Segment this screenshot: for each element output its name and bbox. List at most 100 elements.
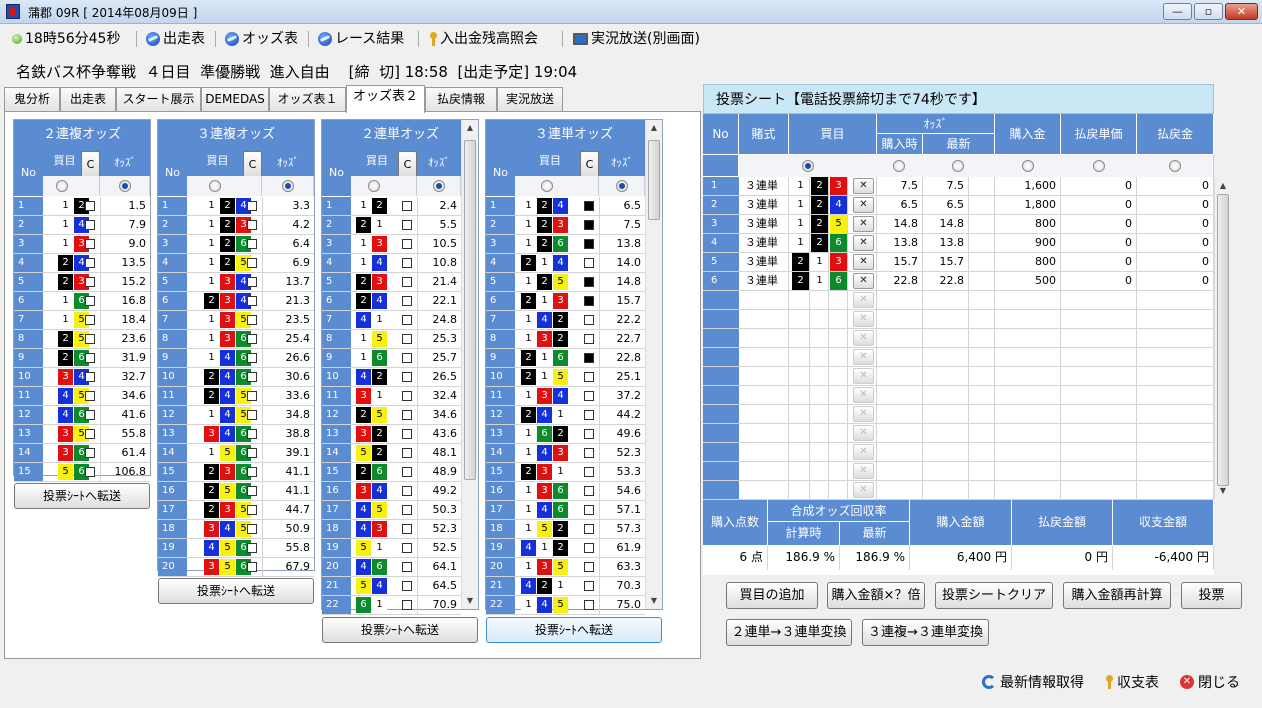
scroll-down-icon[interactable]: ▼ <box>1218 486 1228 496</box>
table3-row[interactable]: 1 1 2 2.4 <box>322 197 461 216</box>
scroll-up-icon[interactable]: ▲ <box>649 123 659 133</box>
table2-radio-odds[interactable] <box>282 180 294 192</box>
table2-row[interactable]: 4 1 2 5 6.9 <box>158 254 314 273</box>
table4-row[interactable]: 2 1 2 3 7.5 <box>486 216 645 235</box>
remove-icon[interactable]: ✕ <box>853 463 874 479</box>
table1-c-button[interactable]: C <box>81 151 100 179</box>
table3-row[interactable]: 20 4 6 64.1 <box>322 558 461 577</box>
table4-row[interactable]: 21 4 2 1 70.3 <box>486 577 645 596</box>
sheet-scrollbar[interactable]: ▲ ▼ <box>1214 178 1231 500</box>
select-checkbox[interactable] <box>584 543 594 553</box>
scroll-down-icon[interactable]: ▼ <box>465 596 475 606</box>
sheet-sort-radio-1[interactable] <box>802 160 814 172</box>
select-checkbox[interactable] <box>584 258 594 268</box>
sheet-row[interactable]: ✕ <box>703 424 1214 443</box>
table3-row[interactable]: 5 2 3 21.4 <box>322 273 461 292</box>
table1-row[interactable]: 7 1 5 18.4 <box>14 311 150 330</box>
table2-row[interactable]: 20 3 5 6 67.9 <box>158 558 314 577</box>
table4-row[interactable]: 11 1 3 4 37.2 <box>486 387 645 406</box>
remove-icon[interactable]: ✕ <box>853 349 874 365</box>
table4-radio-odds[interactable] <box>616 180 628 192</box>
sheet-row[interactable]: ✕ <box>703 367 1214 386</box>
sheet-row[interactable]: ✕ <box>703 329 1214 348</box>
remove-icon[interactable]: ✕ <box>853 406 874 422</box>
table1-radio-odds[interactable] <box>119 180 131 192</box>
select-checkbox[interactable] <box>85 220 95 230</box>
table1-radio-kaime[interactable] <box>55 180 68 192</box>
refresh-link[interactable]: 最新情報取得 <box>982 672 1084 692</box>
multiply-amount-button[interactable]: 購入金額×？倍 <box>827 582 925 609</box>
select-checkbox[interactable] <box>85 410 95 420</box>
remove-icon[interactable]: ✕ <box>853 235 874 251</box>
sheet-row[interactable]: ✕ <box>703 310 1214 329</box>
select-checkbox[interactable] <box>402 505 412 515</box>
select-checkbox[interactable] <box>402 448 412 458</box>
table1-row[interactable]: 4 2 4 13.5 <box>14 254 150 273</box>
ledger-link[interactable]: 収支表 <box>1106 672 1159 692</box>
sheet-row[interactable]: 3 ３連単 1 2 5 ✕ 14.8 14.8 800 0 0 <box>703 215 1214 234</box>
select-checkbox[interactable] <box>584 220 594 230</box>
select-checkbox[interactable] <box>247 258 257 268</box>
table3-row[interactable]: 22 6 1 70.9 <box>322 596 461 615</box>
select-checkbox[interactable] <box>247 429 257 439</box>
select-checkbox[interactable] <box>402 258 412 268</box>
table2-row[interactable]: 13 3 4 6 38.8 <box>158 425 314 444</box>
select-checkbox[interactable] <box>584 486 594 496</box>
select-checkbox[interactable] <box>402 353 412 363</box>
select-checkbox[interactable] <box>247 220 257 230</box>
table4-row[interactable]: 14 1 4 3 52.3 <box>486 444 645 463</box>
tab-4[interactable]: DEMEDAS <box>201 87 269 112</box>
vote-button[interactable]: 投票 <box>1181 582 1242 609</box>
table3-row[interactable]: 19 5 1 52.5 <box>322 539 461 558</box>
table2-row[interactable]: 14 1 5 6 39.1 <box>158 444 314 463</box>
select-checkbox[interactable] <box>584 239 594 249</box>
table2-row[interactable]: 11 2 4 5 33.6 <box>158 387 314 406</box>
convert-3fuku-3tan-button[interactable]: ３連複→３連単変換 <box>862 619 989 646</box>
table3-transfer-button[interactable]: 投票ｼｰﾄへ転送 <box>322 617 478 643</box>
select-checkbox[interactable] <box>584 391 594 401</box>
table1-transfer-button[interactable]: 投票ｼｰﾄへ転送 <box>14 483 150 509</box>
table2-row[interactable]: 3 1 2 6 6.4 <box>158 235 314 254</box>
remove-icon[interactable]: ✕ <box>853 216 874 232</box>
amount[interactable]: 800 <box>995 215 1061 233</box>
sheet-sort-radio-2[interactable] <box>893 160 905 172</box>
table1-row[interactable]: 8 2 5 23.6 <box>14 330 150 349</box>
select-checkbox[interactable] <box>247 467 257 477</box>
select-checkbox[interactable] <box>584 315 594 325</box>
tab-6[interactable]: オッズ表２ <box>346 85 425 113</box>
add-kaime-button[interactable]: 買目の追加 <box>726 582 818 609</box>
table4-row[interactable]: 3 1 2 6 13.8 <box>486 235 645 254</box>
table4-row[interactable]: 4 2 1 4 14.0 <box>486 254 645 273</box>
maximize-button[interactable]: ▫ <box>1194 3 1223 20</box>
amount[interactable]: 800 <box>995 253 1061 271</box>
table1-row[interactable]: 11 4 5 34.6 <box>14 387 150 406</box>
table2-row[interactable]: 18 3 4 5 50.9 <box>158 520 314 539</box>
table4-row[interactable]: 5 1 2 5 14.8 <box>486 273 645 292</box>
scroll-down-icon[interactable]: ▼ <box>649 596 659 606</box>
tab-8[interactable]: 実況放送 <box>497 87 563 112</box>
select-checkbox[interactable] <box>402 296 412 306</box>
sheet-row[interactable]: 2 ３連単 1 2 4 ✕ 6.5 6.5 1,800 0 0 <box>703 196 1214 215</box>
table3-row[interactable]: 6 2 4 22.1 <box>322 292 461 311</box>
close-window-button[interactable]: ✕ <box>1225 3 1258 20</box>
amount[interactable]: 1,600 <box>995 177 1061 195</box>
table4-row[interactable]: 15 2 3 1 53.3 <box>486 463 645 482</box>
table3-radio-kaime[interactable] <box>368 180 380 192</box>
select-checkbox[interactable] <box>85 353 95 363</box>
table2-row[interactable]: 15 2 3 6 41.1 <box>158 463 314 482</box>
select-checkbox[interactable] <box>247 315 257 325</box>
sheet-row[interactable]: 5 ３連単 2 1 3 ✕ 15.7 15.7 800 0 0 <box>703 253 1214 272</box>
sheet-row[interactable]: ✕ <box>703 462 1214 481</box>
sheet-row[interactable]: 1 ３連単 1 2 3 ✕ 7.5 7.5 1,600 0 0 <box>703 177 1214 196</box>
select-checkbox[interactable] <box>402 277 412 287</box>
amount[interactable] <box>995 481 1061 499</box>
table2-c-button[interactable]: C <box>243 151 262 179</box>
select-checkbox[interactable] <box>584 581 594 591</box>
select-checkbox[interactable] <box>584 562 594 572</box>
select-checkbox[interactable] <box>402 486 412 496</box>
amount[interactable] <box>995 291 1061 309</box>
table2-row[interactable]: 2 1 2 3 4.2 <box>158 216 314 235</box>
amount[interactable] <box>995 386 1061 404</box>
remove-icon[interactable]: ✕ <box>853 273 874 289</box>
amount[interactable] <box>995 462 1061 480</box>
